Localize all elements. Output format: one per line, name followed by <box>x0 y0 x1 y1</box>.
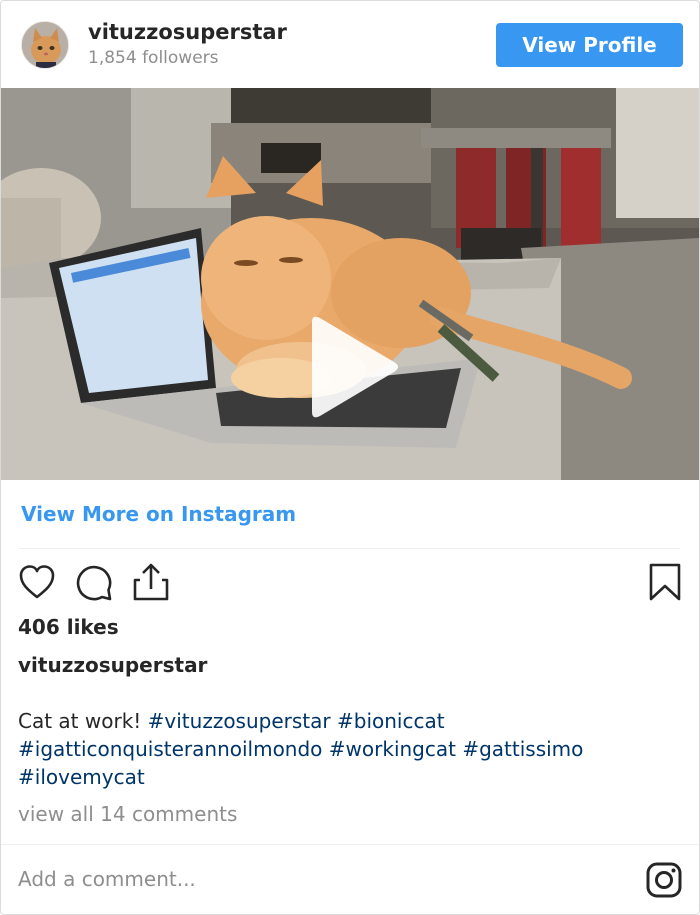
divider <box>1 844 699 845</box>
hashtag-link[interactable]: #workingcat <box>329 737 456 761</box>
hashtag-link[interactable]: #bioniccat <box>337 709 445 733</box>
instagram-embed-card: vituzzosuperstar 1,854 followers View Pr… <box>0 0 700 915</box>
post-caption: Cat at work! #vituzzosuperstar #bionicca… <box>18 707 678 791</box>
hashtag-link[interactable]: #igatticonquisterannoilmondo <box>18 737 322 761</box>
instagram-logo-icon[interactable] <box>646 862 682 898</box>
avatar[interactable] <box>21 21 69 69</box>
post-header: vituzzosuperstar 1,854 followers View Pr… <box>1 1 699 89</box>
comment-icon[interactable] <box>75 564 113 602</box>
caption-text: Cat at work! <box>18 709 148 733</box>
like-count[interactable]: 406 likes <box>18 615 119 639</box>
heart-icon[interactable] <box>18 564 56 600</box>
caption-username[interactable]: vituzzosuperstar <box>18 653 207 677</box>
follower-count: 1,854 followers <box>88 48 219 68</box>
view-profile-button[interactable]: View Profile <box>496 23 683 67</box>
hashtag-link[interactable]: #vituzzosuperstar <box>148 709 331 733</box>
hashtag-link[interactable]: #ilovemycat <box>18 765 145 789</box>
post-video[interactable] <box>1 88 699 480</box>
share-icon[interactable] <box>132 562 170 602</box>
view-more-link[interactable]: View More on Instagram <box>21 502 296 526</box>
profile-username[interactable]: vituzzosuperstar <box>88 20 287 44</box>
add-comment-input[interactable]: Add a comment... <box>18 867 196 891</box>
bookmark-icon[interactable] <box>648 562 682 602</box>
view-all-comments-link[interactable]: view all 14 comments <box>18 802 237 826</box>
play-icon[interactable] <box>302 312 402 422</box>
hashtag-link[interactable]: #gattissimo <box>462 737 583 761</box>
divider <box>18 548 680 549</box>
